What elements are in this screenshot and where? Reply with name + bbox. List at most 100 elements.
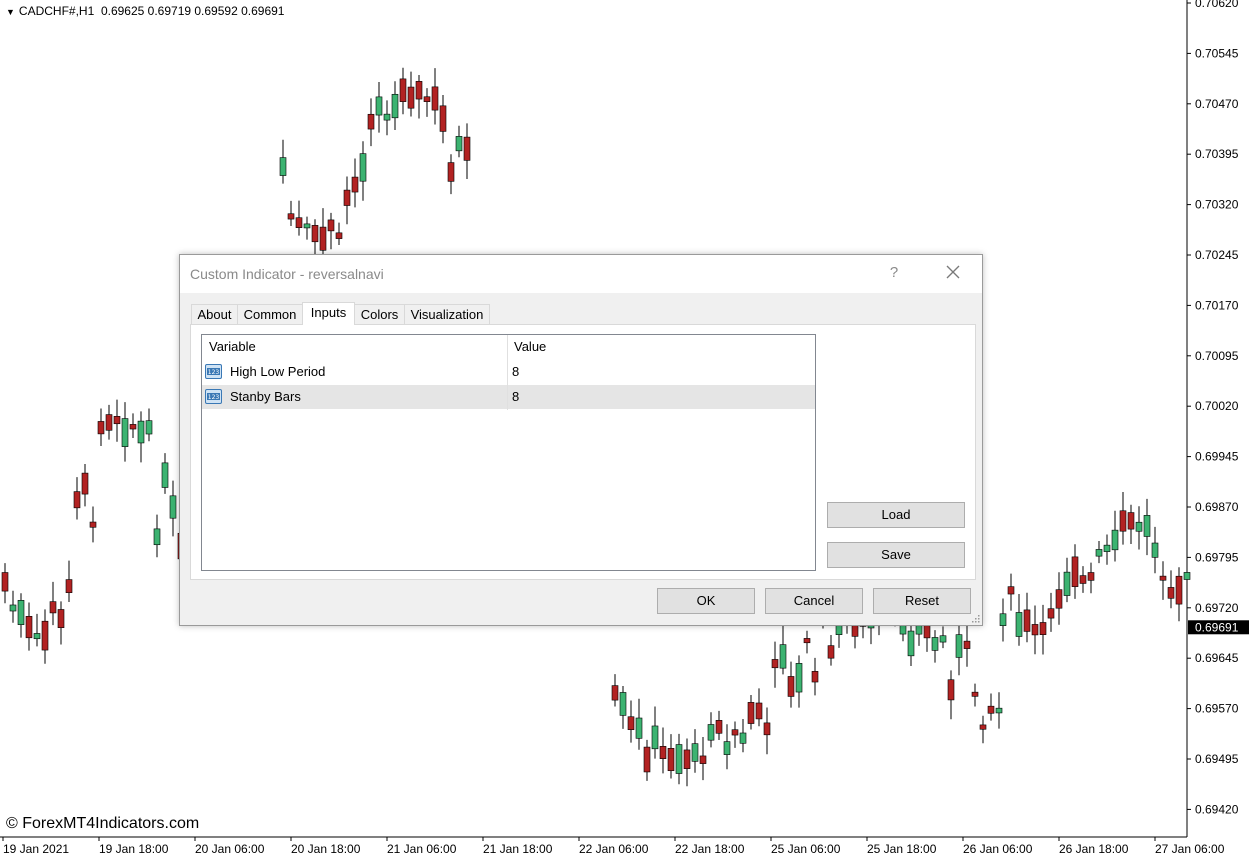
tab-common[interactable]: Common <box>237 304 303 324</box>
candle-body <box>971 691 979 697</box>
candle-body <box>153 528 161 546</box>
input-row-high-low-period[interactable]: 123 High Low Period 8 <box>202 360 815 384</box>
price-label: 0.69945 <box>1195 450 1239 464</box>
custom-indicator-dialog: Custom Indicator - reversalnavi ? About … <box>179 254 983 626</box>
candle-body <box>1119 510 1127 532</box>
candle-body <box>1023 609 1031 632</box>
candle-body <box>811 671 819 683</box>
candle-body <box>1159 575 1167 581</box>
resize-grip-icon[interactable] <box>972 615 980 623</box>
column-separator <box>507 360 508 410</box>
inputs-grid[interactable]: Variable Value 123 High Low Period 8 123 <box>201 334 816 571</box>
candle-body <box>367 113 375 130</box>
svg-text:123: 123 <box>208 394 220 401</box>
candle-body <box>651 725 659 750</box>
candle-body <box>89 521 97 528</box>
price-label: 0.70545 <box>1195 46 1239 60</box>
candle-body <box>161 462 169 488</box>
candle-body <box>795 663 803 693</box>
candle-body <box>303 223 311 229</box>
candle-body <box>1 572 9 592</box>
time-label: 26 Jan 06:00 <box>963 842 1033 856</box>
time-label: 25 Jan 06:00 <box>771 842 841 856</box>
variable-value[interactable]: 8 <box>512 360 519 384</box>
candle-body <box>65 579 73 593</box>
current-price-label: 0.69691 <box>1195 620 1239 634</box>
candle-body <box>431 86 439 111</box>
help-button[interactable]: ? <box>886 264 902 281</box>
candle-body <box>675 744 683 774</box>
cancel-button[interactable]: Cancel <box>765 588 863 614</box>
candle-body <box>715 720 723 734</box>
candle-body <box>105 414 113 431</box>
candle-body <box>1047 608 1055 619</box>
candle-body <box>1111 529 1119 551</box>
candle-body <box>999 613 1007 626</box>
candle-body <box>907 630 915 657</box>
candle-body <box>1103 544 1111 552</box>
symbol-name: CADCHF#,H1 <box>18 4 95 18</box>
header-value[interactable]: Value <box>514 335 546 359</box>
ok-button[interactable]: OK <box>657 588 755 614</box>
candle-body <box>375 96 383 116</box>
candle-body <box>739 732 747 744</box>
tab-about[interactable]: About <box>191 304 238 324</box>
candle-body <box>113 416 121 425</box>
tab-visualization[interactable]: Visualization <box>404 304 490 324</box>
header-variable[interactable]: Variable <box>209 335 256 359</box>
tab-colors[interactable]: Colors <box>354 304 405 324</box>
price-label: 0.70320 <box>1195 198 1239 212</box>
candle-body <box>145 420 153 435</box>
candle-body <box>1175 575 1183 605</box>
input-row-stanby-bars[interactable]: 123 Stanby Bars 8 <box>202 385 815 409</box>
candle-body <box>643 746 651 773</box>
candle-body <box>723 741 731 755</box>
price-label: 0.70245 <box>1195 248 1239 262</box>
time-label: 22 Jan 06:00 <box>579 842 649 856</box>
candle-body <box>1031 624 1039 636</box>
price-label: 0.70170 <box>1195 298 1239 312</box>
candle-body <box>1063 571 1071 596</box>
time-label: 25 Jan 18:00 <box>867 842 937 856</box>
candle-body <box>455 136 463 152</box>
watermark: © ForexMT4Indicators.com <box>6 815 200 832</box>
candle-body <box>9 604 17 612</box>
candle-body <box>771 659 779 669</box>
candle-body <box>707 724 715 741</box>
tab-inputs[interactable]: Inputs <box>302 302 355 325</box>
candle-body <box>415 81 423 100</box>
candle-body <box>439 105 447 132</box>
dropdown-triangle-icon[interactable]: ▼ <box>6 7 15 17</box>
reset-button[interactable]: Reset <box>873 588 971 614</box>
price-label: 0.69795 <box>1195 550 1239 564</box>
candle-body <box>129 424 137 430</box>
load-button[interactable]: Load <box>827 502 965 528</box>
time-label: 19 Jan 18:00 <box>99 842 169 856</box>
candle-body <box>659 746 667 759</box>
candle-body <box>1135 521 1143 532</box>
price-label: 0.70395 <box>1195 147 1239 161</box>
price-label: 0.69870 <box>1195 500 1239 514</box>
candle-body <box>619 692 627 716</box>
variable-value[interactable]: 8 <box>512 385 519 409</box>
candle-body <box>1095 549 1103 557</box>
dialog-titlebar[interactable]: Custom Indicator - reversalnavi ? <box>180 255 982 293</box>
candle-body <box>73 491 81 509</box>
candle-body <box>699 755 707 764</box>
candle-body <box>57 609 65 629</box>
candle-body <box>1183 572 1191 580</box>
candle-body <box>423 96 431 102</box>
candle-body <box>1127 512 1135 530</box>
close-icon[interactable] <box>942 261 964 283</box>
candle-body <box>755 702 763 720</box>
candle-body <box>399 78 407 102</box>
candle-body <box>1167 587 1175 599</box>
candle-body <box>691 743 699 762</box>
candle-body <box>25 616 33 639</box>
variable-name: High Low Period <box>230 364 326 379</box>
candle-body <box>683 749 691 769</box>
variable-name: Stanby Bars <box>230 389 301 404</box>
candle-body <box>383 113 391 121</box>
save-button[interactable]: Save <box>827 542 965 568</box>
candle-body <box>731 729 739 736</box>
